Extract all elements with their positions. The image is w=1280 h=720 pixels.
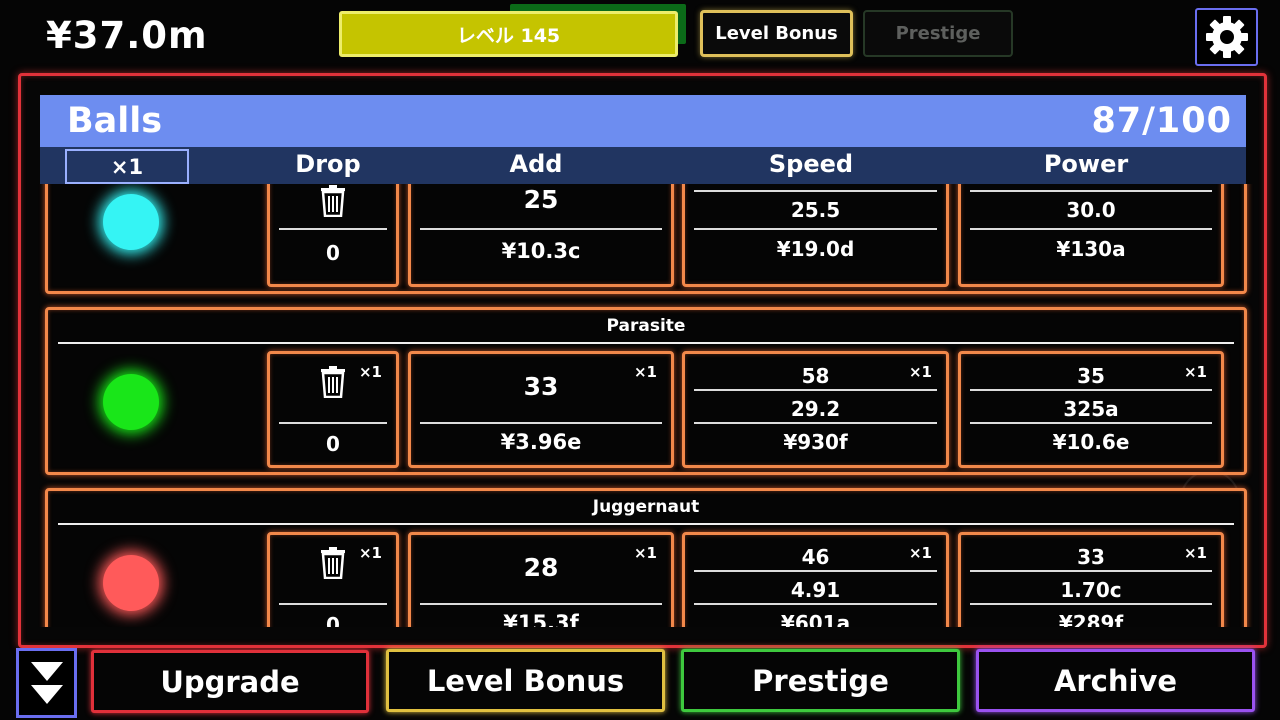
power-cell[interactable]: ··· 1 30.0 ¥130a — [958, 184, 1224, 287]
power-value: 325a — [1063, 397, 1119, 421]
multiplier-button[interactable]: ×1 — [65, 149, 189, 184]
cell-divider — [970, 228, 1212, 230]
trash-icon — [270, 185, 396, 221]
ball-name: Juggernaut — [592, 497, 700, 517]
top-level-bonus-button[interactable]: Level Bonus — [700, 10, 853, 57]
cell-divider — [694, 570, 937, 572]
ball-row: Juggernaut ×1 0 ×1 28 ¥15.3f ×1 46 4.91 … — [45, 488, 1247, 627]
cell-divider — [970, 389, 1212, 391]
tab-archive[interactable]: Archive — [976, 649, 1255, 712]
tab-level-bonus[interactable]: Level Bonus — [386, 649, 665, 712]
ball-icon — [103, 555, 159, 611]
column-add: Add — [509, 150, 563, 178]
cell-divider — [694, 190, 937, 192]
ball-list[interactable]: ··· 0 ··· 25 ¥10.3c ··· 41 25.5 ¥19.0d ·… — [21, 184, 1264, 627]
power-cost: ¥130a — [1056, 237, 1126, 261]
speed-cell[interactable]: ··· 41 25.5 ¥19.0d — [682, 184, 949, 287]
speed-value: 25.5 — [790, 198, 841, 222]
speed-level: 58 — [801, 364, 830, 388]
power-cost: ¥10.6e — [1052, 430, 1130, 454]
speed-cell[interactable]: ×1 46 4.91 ¥601a — [682, 532, 949, 627]
ball-row: Parasite ×1 0 ×1 33 ¥3.96e ×1 58 29.2 ¥9… — [45, 307, 1247, 475]
cell-divider — [694, 389, 937, 391]
cell-divider — [970, 603, 1212, 605]
row-divider — [58, 523, 1234, 525]
speed-cost: ¥19.0d — [776, 237, 855, 261]
cell-divider — [279, 422, 387, 424]
balls-title: Balls — [67, 101, 163, 141]
column-drop: Drop — [295, 150, 361, 178]
drop-cell[interactable]: ×1 0 — [267, 532, 399, 627]
speed-value: 29.2 — [790, 397, 841, 421]
trash-icon — [270, 547, 396, 583]
cell-divider — [420, 603, 662, 605]
add-cell[interactable]: ··· 25 ¥10.3c — [408, 184, 674, 287]
power-cell[interactable]: ×1 35 325a ¥10.6e — [958, 351, 1224, 468]
speed-level: 41 — [685, 184, 946, 189]
power-value: 1.70c — [1060, 578, 1122, 602]
trash-icon — [270, 366, 396, 402]
scroll-down-button[interactable] — [16, 648, 77, 718]
cell-divider — [279, 228, 387, 230]
cell-divider — [694, 422, 937, 424]
level-button[interactable]: レベル 145 — [339, 11, 678, 57]
power-cell[interactable]: ×1 33 1.70c ¥289f — [958, 532, 1224, 627]
speed-cost: ¥601a — [780, 611, 851, 627]
ball-row: ··· 0 ··· 25 ¥10.3c ··· 41 25.5 ¥19.0d ·… — [45, 184, 1247, 294]
cell-divider — [970, 570, 1212, 572]
add-cost: ¥3.96e — [500, 430, 582, 454]
speed-cost: ¥930f — [783, 430, 848, 454]
power-value: 30.0 — [1066, 198, 1116, 222]
cell-divider — [970, 422, 1212, 424]
add-value: 33 — [523, 372, 559, 401]
column-power: Power — [1043, 150, 1129, 178]
cell-divider — [694, 228, 937, 230]
drop-count: 0 — [326, 613, 340, 627]
drop-cell[interactable]: ×1 0 — [267, 351, 399, 468]
column-speed: Speed — [768, 150, 854, 178]
cell-divider — [970, 190, 1212, 192]
speed-cell[interactable]: ×1 58 29.2 ¥930f — [682, 351, 949, 468]
add-cost: ¥15.3f — [503, 611, 579, 627]
double-chevron-down-icon — [30, 662, 63, 681]
cell-divider — [694, 603, 937, 605]
cell-divider — [420, 228, 662, 230]
drop-count: 0 — [326, 432, 340, 456]
add-cell[interactable]: ×1 33 ¥3.96e — [408, 351, 674, 468]
ball-icon — [103, 194, 159, 250]
balls-header: Balls 87/100 — [40, 95, 1246, 147]
drop-count: 0 — [326, 241, 340, 265]
add-cost: ¥10.3c — [501, 239, 581, 263]
ball-icon — [103, 374, 159, 430]
top-prestige-button[interactable]: Prestige — [863, 10, 1013, 57]
power-level: 1 — [961, 184, 1221, 189]
add-cell[interactable]: ×1 28 ¥15.3f — [408, 532, 674, 627]
row-divider — [58, 342, 1234, 344]
add-value: 28 — [523, 553, 559, 582]
power-cost: ¥289f — [1058, 611, 1124, 627]
power-level: 35 — [1077, 364, 1105, 388]
balls-count: 87/100 — [1091, 101, 1232, 141]
cell-divider — [420, 422, 662, 424]
drop-cell[interactable]: ··· 0 — [267, 184, 399, 287]
double-chevron-down-icon — [30, 685, 63, 704]
speed-level: 46 — [801, 545, 830, 569]
cell-divider — [279, 603, 387, 605]
tab-upgrade[interactable]: Upgrade — [91, 650, 369, 713]
settings-button[interactable] — [1195, 8, 1258, 66]
power-level: 33 — [1077, 545, 1105, 569]
tab-prestige[interactable]: Prestige — [681, 649, 960, 712]
gear-icon — [1205, 16, 1248, 58]
speed-value: 4.91 — [790, 578, 841, 602]
money-display: ¥37.0m — [46, 14, 208, 57]
add-value: 25 — [523, 185, 559, 214]
ball-name: Parasite — [606, 316, 686, 336]
